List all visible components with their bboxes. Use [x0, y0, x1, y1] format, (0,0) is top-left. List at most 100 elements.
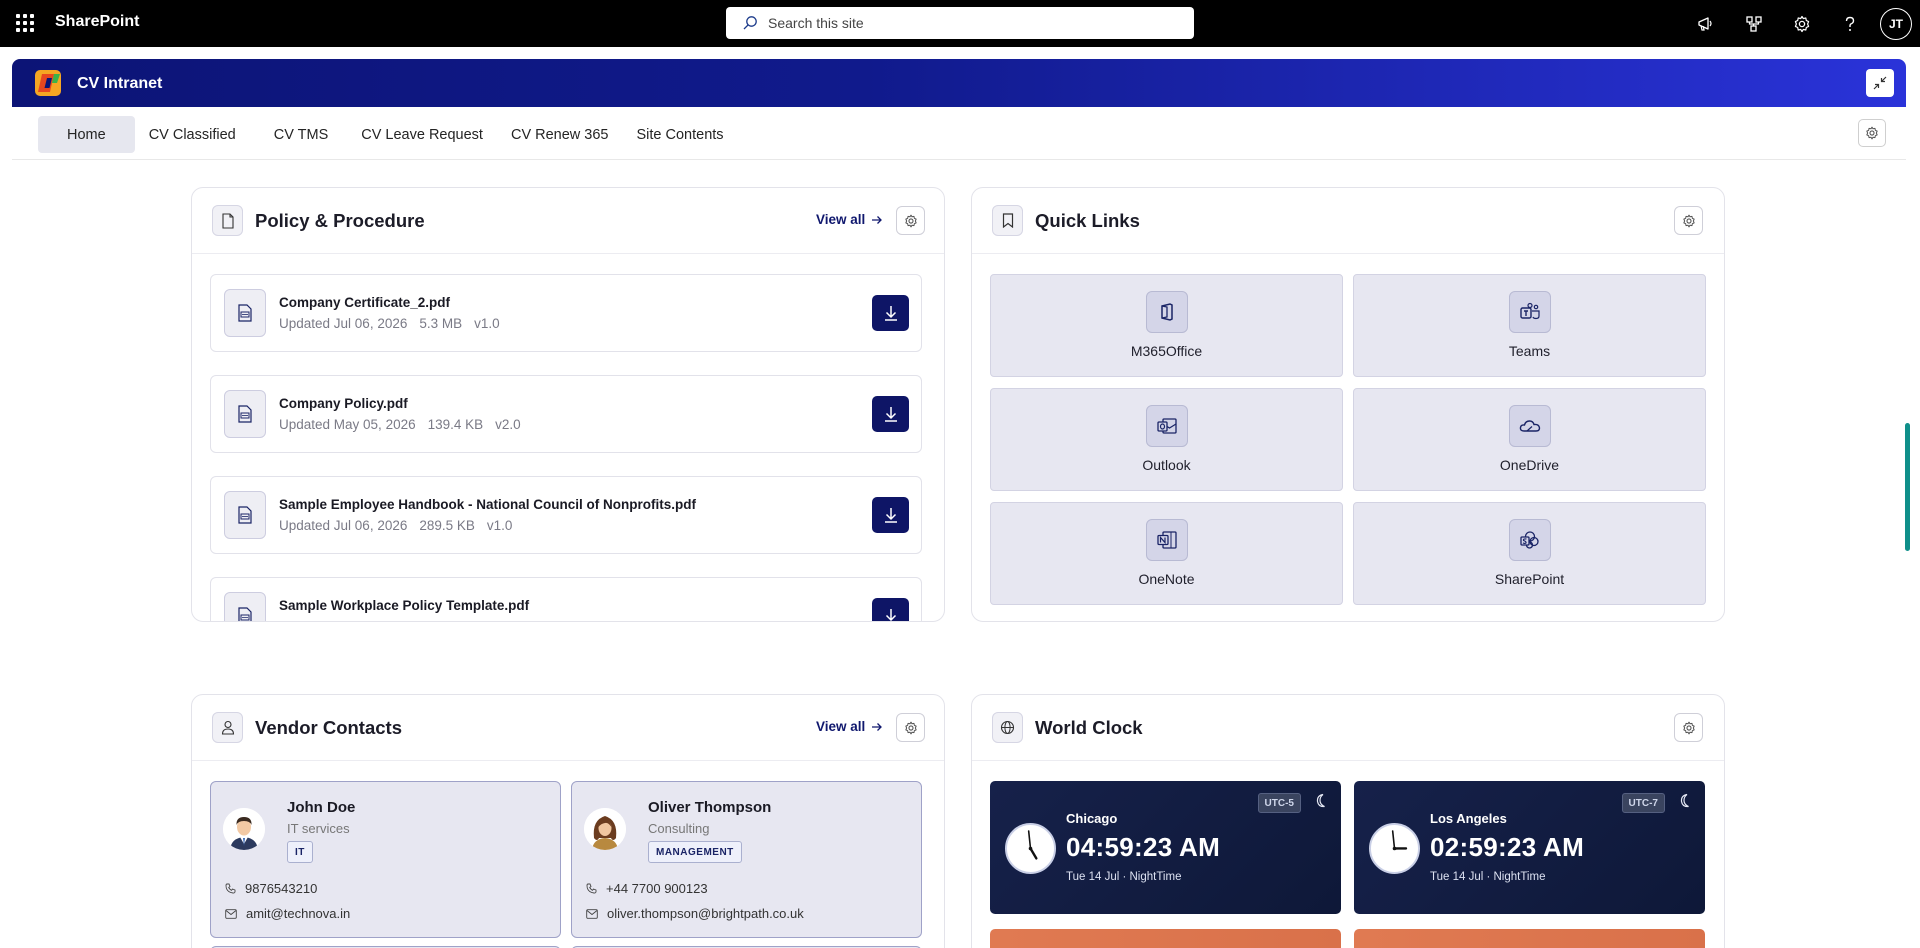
collapse-button[interactable]	[1866, 69, 1894, 97]
document-item[interactable]: Sample Employee Handbook - National Coun…	[210, 476, 922, 554]
card-settings-button[interactable]	[896, 713, 925, 742]
search-input[interactable]	[768, 15, 1168, 31]
world-clock-card: World Clock Chicago 04:59:23 AM Tue 14 J…	[971, 694, 1725, 948]
page-scrollbar[interactable]	[1905, 423, 1910, 551]
document-version: v2.0	[495, 417, 521, 432]
settings-gear-icon[interactable]	[1778, 0, 1826, 47]
avatar	[584, 808, 626, 850]
search-icon	[743, 16, 757, 30]
quick-link-label: OneDrive	[1499, 457, 1560, 473]
megaphone-icon[interactable]	[1682, 0, 1730, 47]
quick-link-m365office[interactable]: M365Office	[990, 274, 1343, 377]
search-box[interactable]	[726, 7, 1194, 39]
globe-icon	[992, 712, 1023, 743]
quick-link-sharepoint[interactable]: SharePoint	[1353, 502, 1706, 605]
contact-name: John Doe	[287, 799, 356, 816]
document-updated: Updated Jul 06, 2026	[279, 518, 408, 533]
phone-icon	[586, 883, 597, 894]
document-name[interactable]: Company Certificate_2.pdf	[279, 295, 450, 310]
vendor-contact-card[interactable]: Oliver Thompson Consulting MANAGEMENT +4…	[571, 781, 922, 938]
contact-phone-text: +44 7700 900123	[606, 881, 708, 896]
nav-item-cv-leave-request[interactable]: CV Leave Request	[347, 116, 497, 153]
app-launcher-icon[interactable]	[12, 11, 36, 35]
download-button[interactable]	[872, 396, 909, 432]
collapse-icon	[1873, 76, 1887, 90]
contact-role: Consulting	[648, 821, 710, 836]
contact-phone[interactable]: +44 7700 900123	[586, 881, 708, 896]
onenote-icon	[1146, 519, 1188, 561]
help-icon[interactable]	[1826, 0, 1874, 47]
site-title[interactable]: CV Intranet	[77, 75, 162, 93]
document-size: 5.3 MB	[419, 316, 463, 331]
analog-clock	[1369, 823, 1420, 874]
vendor-contact-card[interactable]: John Doe IT services IT 9876543210 amit@…	[210, 781, 561, 938]
document-name[interactable]: Sample Workplace Policy Template.pdf	[279, 598, 529, 613]
share-network-icon[interactable]	[1730, 0, 1778, 47]
gear-icon	[1682, 214, 1695, 227]
contact-phone-text: 9876543210	[245, 881, 318, 896]
document-version: v1.0	[486, 518, 513, 533]
document-size: 139.4 KB	[427, 417, 484, 432]
clock-tile: Los Angeles 02:59:23 AM Tue 14 Jul · Nig…	[1354, 781, 1705, 914]
nav-item-site-contents[interactable]: Site Contents	[623, 116, 738, 153]
utc-badge: UTC-7	[1621, 793, 1665, 813]
arrow-right-icon	[872, 722, 883, 731]
quick-link-onedrive[interactable]: OneDrive	[1353, 388, 1706, 491]
contact-email[interactable]: amit@technova.in	[225, 906, 350, 921]
quick-link-label: SharePoint	[1494, 571, 1565, 587]
document-item[interactable]: Company Certificate_2.pdf Updated Jul 06…	[210, 274, 922, 352]
document-updated: Updated May 05, 2026	[279, 417, 416, 432]
download-icon	[884, 306, 897, 321]
pdf-file-icon	[224, 390, 266, 438]
card-settings-button[interactable]	[1674, 206, 1703, 235]
onedrive-icon	[1509, 405, 1551, 447]
pdf-file-icon	[224, 592, 266, 621]
card-settings-button[interactable]	[1674, 713, 1703, 742]
contact-email-text: amit@technova.in	[246, 906, 351, 921]
document-item[interactable]: Company Policy.pdf Updated May 05, 2026 1…	[210, 375, 922, 453]
card-title: Policy & Procedure	[255, 210, 425, 231]
nav-settings-button[interactable]	[1858, 119, 1886, 147]
clock-city: Chicago	[1066, 811, 1118, 826]
app-name[interactable]: SharePoint	[55, 13, 139, 31]
download-button[interactable]	[872, 598, 909, 621]
view-all-link[interactable]: View all	[816, 719, 883, 734]
contact-phone[interactable]: 9876543210	[225, 881, 317, 896]
clock-tile-partial	[1354, 929, 1705, 948]
teams-icon	[1509, 291, 1551, 333]
view-all-link[interactable]: View all	[816, 212, 883, 227]
download-button[interactable]	[872, 295, 909, 331]
document-size: 289.5 KB	[419, 518, 475, 533]
analog-clock	[1005, 823, 1056, 874]
site-logo-icon[interactable]	[34, 69, 62, 97]
bookmark-icon	[992, 205, 1023, 236]
clock-tile: Chicago 04:59:23 AM Tue 14 Jul · NightTi…	[990, 781, 1341, 914]
document-item[interactable]: Sample Workplace Policy Template.pdf	[210, 577, 922, 621]
office-icon	[1146, 291, 1188, 333]
card-settings-button[interactable]	[896, 206, 925, 235]
quick-link-outlook[interactable]: Outlook	[990, 388, 1343, 491]
quick-link-onenote[interactable]: OneNote	[990, 502, 1343, 605]
avatar	[223, 808, 265, 850]
vendor-contacts-card: Vendor Contacts View all John Doe IT ser…	[191, 694, 945, 948]
document-name[interactable]: Company Policy.pdf	[279, 396, 408, 411]
user-avatar[interactable]: JT	[1880, 7, 1912, 40]
moon-icon	[1313, 793, 1329, 814]
nav-item-home[interactable]: Home	[38, 116, 135, 153]
card-title: World Clock	[1035, 717, 1143, 738]
sharepoint-icon	[1509, 519, 1551, 561]
nav-item-cv-renew-365[interactable]: CV Renew 365	[497, 116, 623, 153]
quick-link-teams[interactable]: Teams	[1353, 274, 1706, 377]
policy-procedure-card: Policy & Procedure View all Company Cert…	[191, 187, 945, 622]
contact-email[interactable]: oliver.thompson@brightpath.co.uk	[586, 906, 804, 921]
mail-icon	[225, 908, 237, 919]
clock-tile-partial	[990, 929, 1341, 948]
view-all-label: View all	[816, 719, 866, 734]
nav-item-cv-tms[interactable]: CV TMS	[250, 116, 348, 153]
document-name[interactable]: Sample Employee Handbook - National Coun…	[279, 497, 696, 512]
nav-item-cv-classified[interactable]: CV Classified	[135, 116, 250, 153]
download-button[interactable]	[872, 497, 909, 533]
clock-date: Tue 14 Jul · NightTime	[1430, 871, 1546, 883]
gear-icon	[1682, 721, 1695, 734]
card-title: Vendor Contacts	[255, 717, 402, 738]
